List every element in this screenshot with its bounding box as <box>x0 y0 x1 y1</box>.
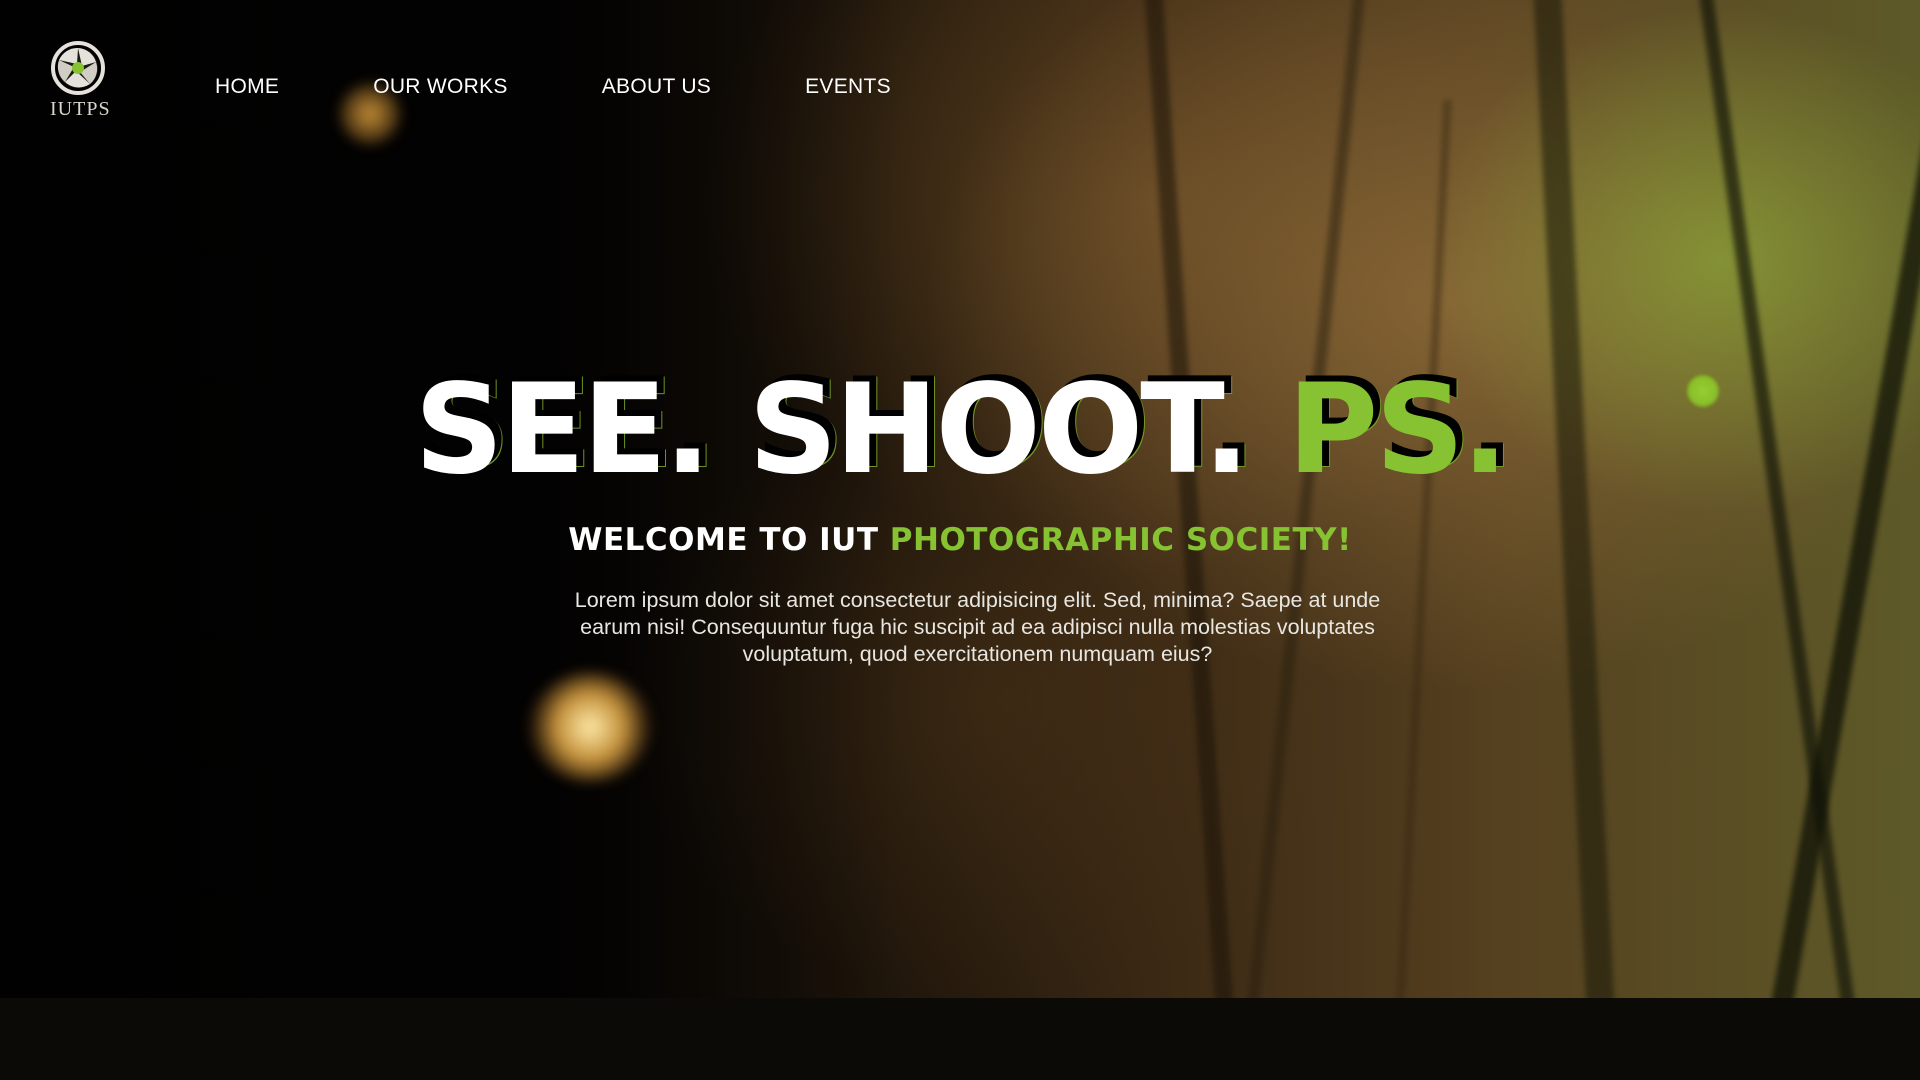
headline-white-part: SEE. SHOOT. <box>414 358 1250 502</box>
welcome-white-part: WELCOME TO IUT <box>568 522 879 558</box>
hero-headline: SEE. SHOOT. PS. <box>0 360 1920 500</box>
welcome-accent-part: PHOTOGRAPHIC SOCIETY! <box>889 522 1352 558</box>
logo-wordmark: IUTPS <box>50 98 111 120</box>
bokeh-light <box>528 672 652 782</box>
site-logo[interactable]: IUTPS <box>50 40 110 126</box>
camera-aperture-icon <box>51 41 105 95</box>
nav-item-home[interactable]: HOME <box>215 75 279 99</box>
nav-item-about-us[interactable]: ABOUT US <box>602 75 711 99</box>
landing-page: IUTPS HOME OUR WORKS ABOUT US EVENTS SEE… <box>0 0 1920 1080</box>
nav-item-our-works[interactable]: OUR WORKS <box>373 75 508 99</box>
headline-accent-part: PS. <box>1287 358 1508 502</box>
main-nav: HOME OUR WORKS ABOUT US EVENTS <box>215 73 985 101</box>
welcome-heading: WELCOME TO IUT PHOTOGRAPHIC SOCIETY! <box>0 518 1920 562</box>
page-bottom-band <box>0 998 1920 1080</box>
nav-item-events[interactable]: EVENTS <box>805 75 891 99</box>
hero-description: Lorem ipsum dolor sit amet consectetur a… <box>574 588 1381 666</box>
